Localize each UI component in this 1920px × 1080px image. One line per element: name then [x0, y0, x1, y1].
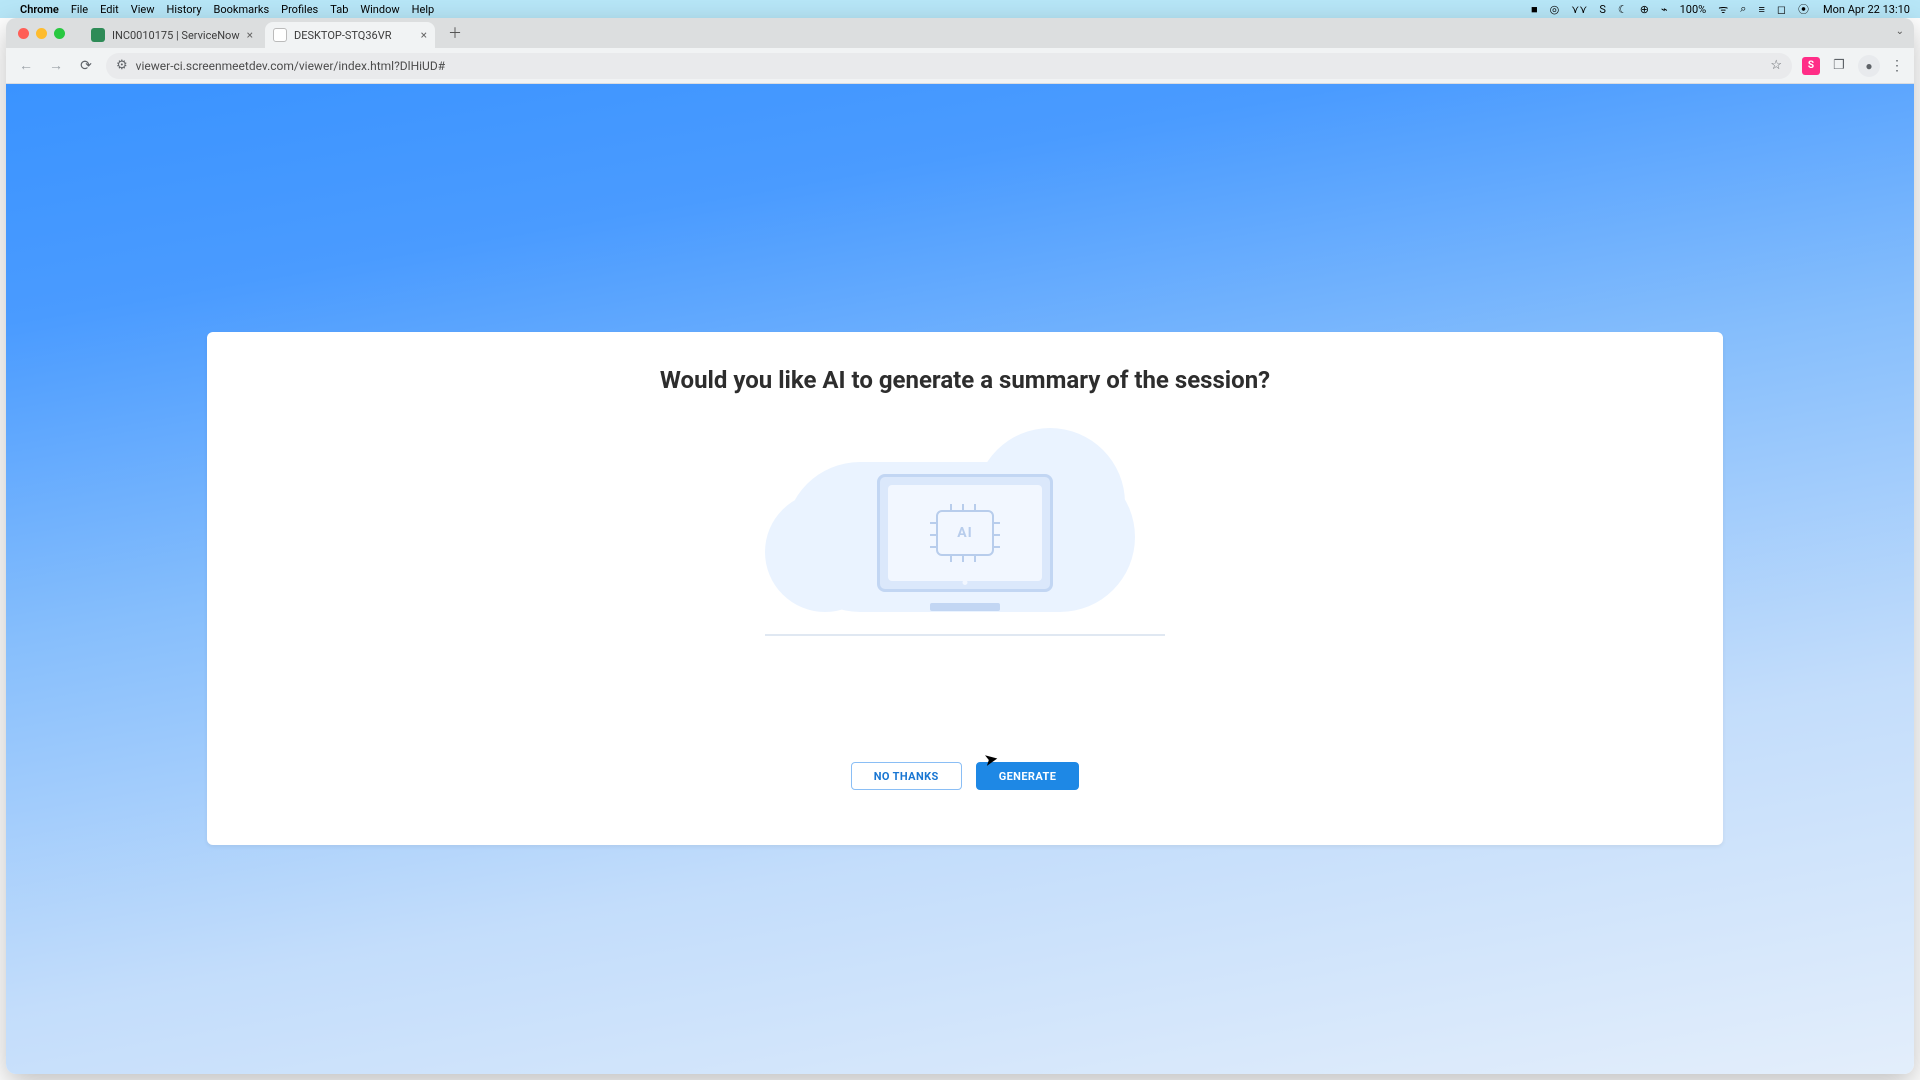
window-close-icon[interactable]: [18, 28, 29, 39]
reload-button[interactable]: ⟳: [76, 56, 96, 76]
spotlight-icon[interactable]: ⌕: [1740, 2, 1746, 16]
tab-overflow-icon[interactable]: ⌄: [1896, 26, 1904, 37]
monitor-icon: AI: [877, 474, 1053, 592]
new-tab-button[interactable]: ＋: [443, 21, 467, 45]
favicon-icon: [273, 28, 287, 42]
chrome-menu-icon[interactable]: ⋮: [1890, 58, 1904, 74]
tab-strip: INC0010175 | ServiceNow × DESKTOP-STQ36V…: [6, 18, 1914, 48]
tab-close-icon[interactable]: ×: [247, 28, 253, 42]
menu-view[interactable]: View: [131, 3, 155, 16]
bookmark-star-icon[interactable]: ☆: [1770, 58, 1782, 73]
ai-summary-dialog: Would you like AI to generate a summary …: [207, 332, 1723, 845]
ai-illustration: AI: [765, 452, 1165, 632]
menu-bookmarks[interactable]: Bookmarks: [214, 3, 270, 16]
menu-edit[interactable]: Edit: [100, 3, 119, 16]
menubar-clock[interactable]: Mon Apr 22 13:10: [1823, 3, 1910, 16]
dialog-button-row: NO THANKS GENERATE: [851, 762, 1080, 790]
address-bar[interactable]: ⚙ viewer-ci.screenmeetdev.com/viewer/ind…: [106, 53, 1792, 79]
tab-servicenow[interactable]: INC0010175 | ServiceNow ×: [83, 22, 261, 48]
window-controls: [18, 28, 65, 39]
status-icon[interactable]: ■: [1531, 3, 1538, 16]
tab-screenmeet[interactable]: DESKTOP-STQ36VR ×: [265, 22, 435, 48]
browser-toolbar: ← → ⟳ ⚙ viewer-ci.screenmeetdev.com/view…: [6, 48, 1914, 84]
favicon-icon: [91, 28, 105, 42]
status-icon[interactable]: ⦿: [1798, 1, 1809, 17]
status-icon[interactable]: ◎: [1550, 3, 1560, 16]
macos-menubar: Chrome File Edit View History Bookmarks …: [0, 0, 1920, 18]
menu-tab[interactable]: Tab: [330, 3, 348, 16]
battery-icon[interactable]: 100%: [1680, 3, 1707, 16]
profile-avatar[interactable]: ●: [1858, 55, 1880, 77]
url-text: viewer-ci.screenmeetdev.com/viewer/index…: [136, 59, 445, 73]
menu-help[interactable]: Help: [412, 3, 435, 16]
tab-title: INC0010175 | ServiceNow: [112, 29, 240, 42]
window-minimize-icon[interactable]: [36, 28, 47, 39]
extensions-puzzle-icon[interactable]: ❐: [1830, 57, 1848, 75]
menu-window[interactable]: Window: [360, 3, 399, 16]
wifi-icon[interactable]: ᯤ: [1718, 2, 1728, 17]
menu-file[interactable]: File: [71, 3, 88, 16]
status-icon[interactable]: ⋎⋎: [1571, 3, 1587, 16]
status-icon[interactable]: ⌁: [1661, 3, 1668, 16]
tab-close-icon[interactable]: ×: [421, 28, 427, 42]
site-info-icon[interactable]: ⚙: [116, 58, 128, 73]
back-button[interactable]: ←: [16, 56, 36, 76]
ai-chip-icon: AI: [936, 510, 994, 556]
generate-button[interactable]: GENERATE: [976, 762, 1080, 790]
page-content: Would you like AI to generate a summary …: [6, 84, 1914, 1074]
status-icon[interactable]: ⊕: [1640, 3, 1649, 16]
tab-title: DESKTOP-STQ36VR: [294, 29, 414, 42]
forward-button[interactable]: →: [46, 56, 66, 76]
dialog-heading: Would you like AI to generate a summary …: [660, 366, 1270, 394]
status-icon[interactable]: S: [1599, 3, 1606, 16]
chip-label: AI: [957, 525, 973, 541]
control-center-icon[interactable]: ≡: [1758, 3, 1764, 16]
status-icon[interactable]: ☾: [1618, 3, 1628, 16]
menu-history[interactable]: History: [167, 3, 202, 16]
chrome-window: INC0010175 | ServiceNow × DESKTOP-STQ36V…: [6, 18, 1914, 1074]
no-thanks-button[interactable]: NO THANKS: [851, 762, 962, 790]
status-icon[interactable]: ◻: [1777, 3, 1786, 16]
menu-profiles[interactable]: Profiles: [281, 3, 318, 16]
menubar-app-name[interactable]: Chrome: [20, 3, 59, 16]
window-maximize-icon[interactable]: [54, 28, 65, 39]
extension-icon[interactable]: S: [1802, 57, 1820, 75]
